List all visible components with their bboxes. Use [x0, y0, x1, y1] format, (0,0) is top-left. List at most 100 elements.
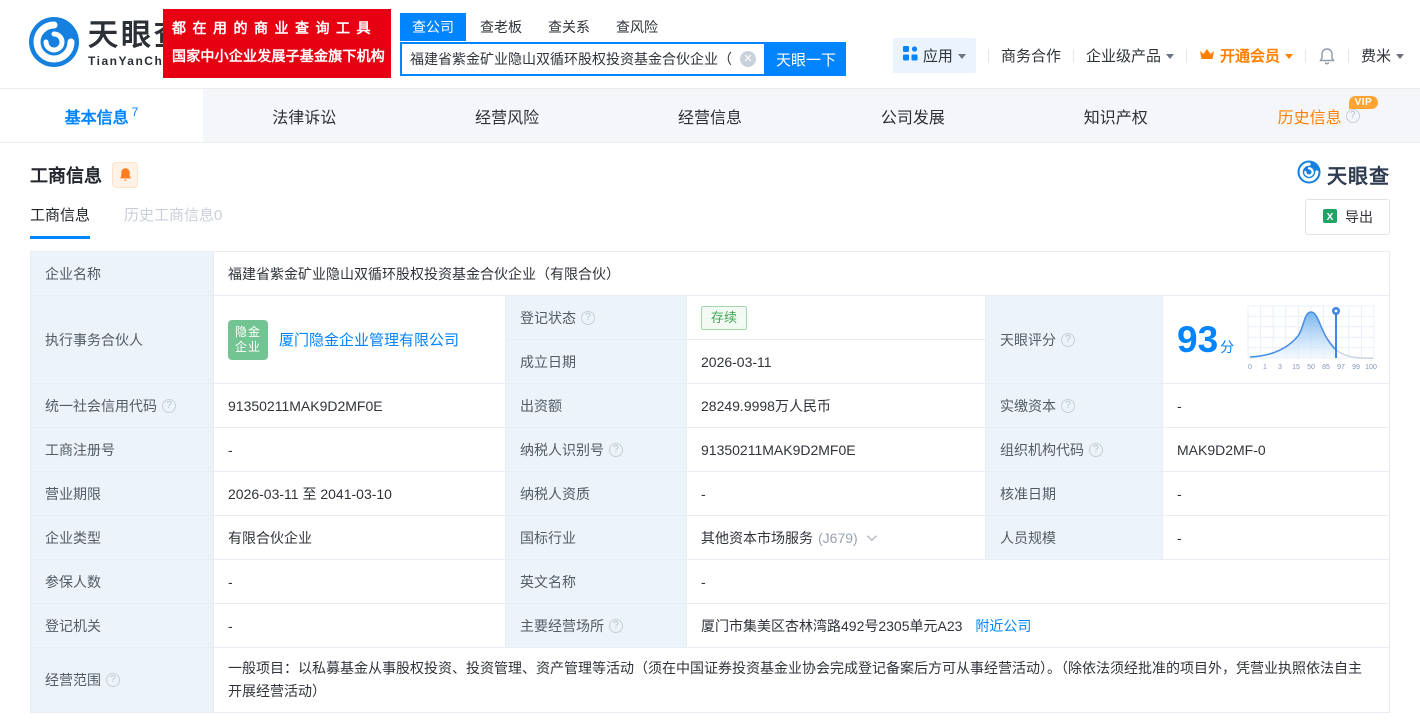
field-value-registration-number: -: [214, 428, 506, 472]
business-info-table: 企业名称 福建省紫金矿业隐山双循环股权投资基金合伙企业（有限合伙） 执行事务合伙…: [30, 251, 1390, 713]
watermark-logo-icon: [1297, 160, 1321, 189]
partner-logo-avatar[interactable]: 隐金 企业: [228, 320, 268, 360]
chevron-down-icon: [958, 54, 966, 59]
watermark-logo: 天眼查: [1297, 160, 1390, 189]
search-tab-risk[interactable]: 查风险: [604, 13, 670, 41]
search-area: 查公司 查老板 查关系 查风险 ✕ 天眼一下: [400, 13, 846, 76]
help-icon[interactable]: ?: [1061, 399, 1075, 413]
field-label-contribution: 出资额: [506, 384, 687, 428]
field-value-staff-size: -: [1163, 516, 1389, 560]
nav-divider: [988, 49, 989, 63]
chevron-down-icon[interactable]: [867, 531, 877, 541]
field-value-taxpayer-id: 91350211MAK9D2MF0E: [687, 428, 986, 472]
chevron-down-icon: [1166, 54, 1174, 59]
excel-icon: X: [1322, 208, 1338, 227]
field-value-registration-status: 存续: [687, 296, 986, 340]
search-button[interactable]: 天眼一下: [766, 42, 846, 76]
clear-search-icon[interactable]: ✕: [740, 51, 756, 67]
tab-operating-info[interactable]: 经营信息: [609, 89, 812, 142]
search-input[interactable]: [402, 51, 740, 67]
tab-company-development[interactable]: 公司发展: [811, 89, 1014, 142]
tab-intellectual-property[interactable]: 知识产权: [1014, 89, 1217, 142]
help-icon[interactable]: ?: [1346, 109, 1360, 123]
field-value-business-term: 2026-03-11 至 2041-03-10: [214, 472, 506, 516]
top-nav: 应用 商务合作 企业级产品 开通会员: [893, 38, 1404, 73]
tab-legal[interactable]: 法律诉讼: [203, 89, 406, 142]
address-text: 厦门市集美区杏林湾路492号2305单元A23: [701, 616, 962, 636]
svg-text:100: 100: [1365, 364, 1377, 371]
field-value-taxpayer-qualification: -: [687, 472, 986, 516]
nav-apps[interactable]: 应用: [893, 38, 976, 73]
help-icon[interactable]: ?: [609, 443, 623, 457]
help-icon[interactable]: ?: [106, 673, 120, 687]
field-label-executive-partner: 执行事务合伙人: [31, 296, 214, 384]
nav-open-vip[interactable]: 开通会员: [1199, 45, 1293, 66]
svg-text:50: 50: [1307, 364, 1315, 371]
field-label-registration-authority: 登记机关: [31, 604, 214, 648]
field-label-insured-count: 参保人数: [31, 560, 214, 604]
field-label-credit-code: 统一社会信用代码 ?: [31, 384, 214, 428]
nearby-companies-link[interactable]: 附近公司: [975, 616, 1031, 636]
status-badge: 存续: [701, 306, 747, 330]
nav-business-cooperation[interactable]: 商务合作: [1001, 45, 1061, 66]
partner-company-link[interactable]: 厦门隐金企业管理有限公司: [279, 329, 459, 350]
section-title: 工商信息: [30, 162, 102, 188]
field-value-approval-date: -: [1163, 472, 1389, 516]
field-value-business-scope: 一般项目：以私募基金从事股权投资、投资管理、资产管理等活动（须在中国证券投资基金…: [214, 648, 1389, 712]
monitor-bell-icon[interactable]: [112, 162, 138, 188]
export-button[interactable]: X 导出: [1305, 199, 1390, 235]
svg-text:0: 0: [1248, 364, 1252, 371]
notification-bell-icon[interactable]: [1318, 47, 1336, 65]
label-text: 实缴资本: [1000, 396, 1056, 416]
help-icon[interactable]: ?: [1061, 333, 1075, 347]
label-text: 组织机构代码: [1000, 440, 1084, 460]
search-box: ✕: [400, 42, 766, 76]
nav-apps-label: 应用: [923, 45, 953, 66]
field-label-registration-number: 工商注册号: [31, 428, 214, 472]
search-tab-boss[interactable]: 查老板: [468, 13, 534, 41]
tab-operating-risk[interactable]: 经营风险: [406, 89, 609, 142]
help-icon[interactable]: ?: [162, 399, 176, 413]
nav-divider: [1186, 49, 1187, 63]
nav-vip-label: 开通会员: [1220, 45, 1280, 66]
label-text: 天眼评分: [1000, 330, 1056, 350]
field-value-credit-code: 91350211MAK9D2MF0E: [214, 384, 506, 428]
field-value-english-name: -: [687, 560, 1389, 604]
field-label-paid-in-capital: 实缴资本 ?: [986, 384, 1163, 428]
search-tab-relation[interactable]: 查关系: [536, 13, 602, 41]
field-value-company-name: 福建省紫金矿业隐山双循环股权投资基金合伙企业（有限合伙）: [214, 252, 1389, 296]
help-icon[interactable]: ?: [1089, 443, 1103, 457]
industry-text: 其他资本市场服务: [701, 528, 813, 548]
field-label-establish-date: 成立日期: [506, 340, 687, 384]
field-value-executive-partner: 隐金 企业 厦门隐金企业管理有限公司: [214, 296, 506, 384]
field-value-main-premises: 厦门市集美区杏林湾路492号2305单元A23 附近公司: [687, 604, 1389, 648]
field-label-main-premises: 主要经营场所 ?: [506, 604, 687, 648]
industry-code: (J679): [818, 530, 858, 546]
label-text: 经营范围: [45, 670, 101, 690]
field-label-national-industry: 国标行业: [506, 516, 687, 560]
search-tab-company[interactable]: 查公司: [400, 13, 466, 41]
score-distribution-chart[interactable]: 0 1 3 15 50 85 97 99 100: [1244, 302, 1380, 377]
tab-basic-info[interactable]: 基本信息 7: [0, 89, 203, 142]
watermark-text: 天眼查: [1327, 160, 1390, 189]
nav-divider: [1305, 49, 1306, 63]
subtab-business-info[interactable]: 工商信息: [30, 204, 90, 239]
help-icon[interactable]: ?: [581, 311, 595, 325]
scope-text: 一般项目：以私募基金从事股权投资、投资管理、资产管理等活动（须在中国证券投资基金…: [228, 657, 1375, 703]
help-icon[interactable]: ?: [609, 619, 623, 633]
field-label-company-type: 企业类型: [31, 516, 214, 560]
nav-user-menu[interactable]: 费米: [1361, 45, 1404, 66]
field-label-approval-date: 核准日期: [986, 472, 1163, 516]
avatar-line1: 隐金: [235, 325, 261, 340]
section-header: 工商信息 天眼查: [30, 160, 1390, 189]
subtab-history-business-info[interactable]: 历史工商信息0: [124, 204, 222, 239]
svg-text:3: 3: [1278, 364, 1282, 371]
svg-text:99: 99: [1352, 364, 1360, 371]
tab-history-info[interactable]: VIP 历史信息 ?: [1217, 89, 1420, 142]
field-label-taxpayer-id: 纳税人识别号 ?: [506, 428, 687, 472]
label-text: 主要经营场所: [520, 616, 604, 636]
field-label-english-name: 英文名称: [506, 560, 687, 604]
chevron-down-icon: [1285, 54, 1293, 59]
nav-enterprise-products[interactable]: 企业级产品: [1086, 45, 1174, 66]
field-label-business-scope: 经营范围 ?: [31, 648, 214, 712]
